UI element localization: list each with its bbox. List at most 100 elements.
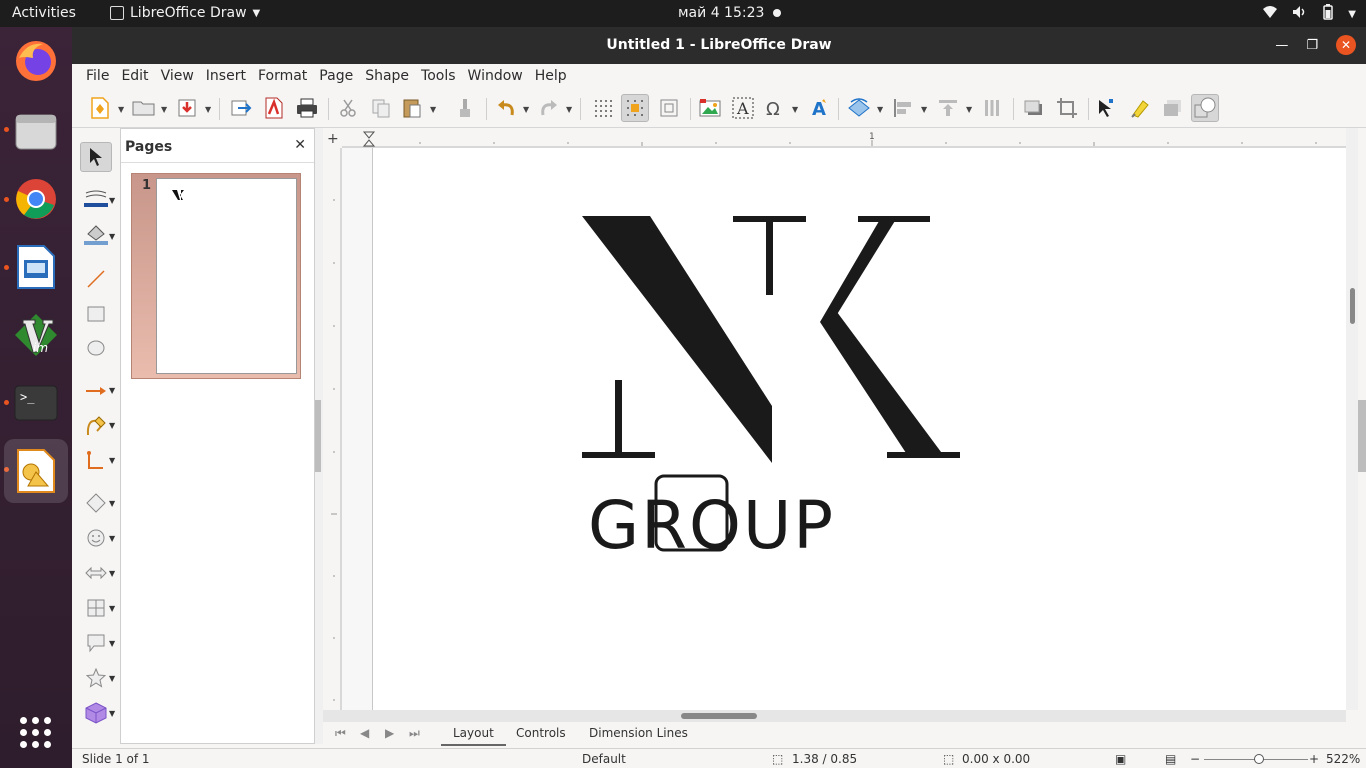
maximize-button[interactable]: ❐: [1306, 38, 1318, 53]
chevron-down-icon[interactable]: ▼: [109, 639, 115, 648]
vertical-ruler[interactable]: [323, 148, 342, 710]
fontwork-button[interactable]: A: [805, 94, 833, 122]
symbol-shapes-tool[interactable]: [80, 523, 112, 553]
redo-button[interactable]: [535, 94, 563, 122]
dock-firefox[interactable]: [12, 37, 60, 85]
signature-icon[interactable]: ▤: [1165, 752, 1176, 766]
paste-button[interactable]: [398, 94, 426, 122]
flowchart-tool[interactable]: [80, 593, 112, 623]
system-tray[interactable]: ▼: [1262, 4, 1356, 24]
special-character-button[interactable]: Ω: [761, 94, 789, 122]
chevron-down-icon[interactable]: ▼: [921, 105, 927, 114]
helplines-button[interactable]: [621, 94, 649, 122]
dock-vim[interactable]: im: [12, 311, 60, 359]
logo-drawing[interactable]: GROUP: [342, 148, 1346, 710]
chevron-down-icon[interactable]: ▼: [523, 105, 529, 114]
chevron-down-icon[interactable]: ▼: [109, 421, 115, 430]
horizontal-scrollbar[interactable]: [323, 710, 1346, 722]
menu-help[interactable]: Help: [529, 64, 573, 90]
panel-splitter[interactable]: [315, 128, 323, 744]
close-button[interactable]: ✕: [1336, 35, 1356, 55]
last-tab-icon[interactable]: ⏭: [409, 726, 420, 741]
dock-files[interactable]: [12, 107, 60, 155]
points-button[interactable]: [1092, 94, 1120, 122]
save-button[interactable]: [173, 94, 201, 122]
chevron-down-icon[interactable]: ▼: [430, 105, 436, 114]
export-pdf-button[interactable]: [260, 94, 288, 122]
menu-window[interactable]: Window: [462, 64, 529, 90]
dock-chrome[interactable]: [12, 175, 60, 223]
page-thumbnail[interactable]: [156, 178, 297, 374]
close-icon[interactable]: ✕: [294, 137, 306, 153]
glue-points-button[interactable]: [1126, 94, 1154, 122]
print-button[interactable]: [293, 94, 321, 122]
block-arrows-tool[interactable]: [80, 558, 112, 588]
insert-textbox-button[interactable]: A: [729, 94, 757, 122]
chevron-down-icon[interactable]: ▼: [966, 105, 972, 114]
chevron-down-icon[interactable]: ▼: [109, 534, 115, 543]
crop-button[interactable]: [1053, 94, 1081, 122]
show-applications-icon[interactable]: [20, 717, 52, 749]
splitter-grip[interactable]: [315, 400, 321, 472]
menu-insert[interactable]: Insert: [200, 64, 252, 90]
horizontal-scroll-thumb[interactable]: [681, 713, 757, 719]
menu-edit[interactable]: Edit: [115, 64, 154, 90]
chevron-down-icon[interactable]: ▼: [205, 105, 211, 114]
document-modified-icon[interactable]: ▣: [1115, 752, 1126, 766]
menu-shape[interactable]: Shape: [359, 64, 415, 90]
curves-tool[interactable]: [80, 411, 112, 441]
zoom-pan-button[interactable]: [655, 94, 683, 122]
tab-controls[interactable]: Controls: [516, 726, 566, 740]
zoom-level[interactable]: 522%: [1326, 752, 1360, 766]
page-thumbnail-selected[interactable]: 1: [131, 173, 301, 379]
activities-button[interactable]: Activities: [12, 5, 76, 21]
display-grid-button[interactable]: [589, 94, 617, 122]
extrusion-button[interactable]: [1159, 94, 1187, 122]
menu-view[interactable]: View: [155, 64, 200, 90]
vertical-scroll-thumb[interactable]: [1350, 288, 1355, 324]
callout-shapes-tool[interactable]: [80, 628, 112, 658]
horizontal-ruler[interactable]: 1: [342, 130, 1346, 148]
chevron-down-icon[interactable]: ▼: [118, 105, 124, 114]
previous-tab-icon[interactable]: ◀: [360, 726, 369, 740]
drawing-canvas[interactable]: GROUP: [342, 148, 1346, 710]
chevron-down-icon[interactable]: ▼: [161, 105, 167, 114]
chevron-down-icon[interactable]: ▼: [109, 232, 115, 241]
insert-image-button[interactable]: [696, 94, 724, 122]
stars-tool[interactable]: [80, 663, 112, 693]
connectors-tool[interactable]: [80, 446, 112, 476]
chevron-down-icon[interactable]: ▼: [109, 569, 115, 578]
chevron-down-icon[interactable]: ▼: [792, 105, 798, 114]
arrange-button[interactable]: [934, 94, 962, 122]
rectangle-tool[interactable]: [80, 299, 112, 329]
select-tool[interactable]: [80, 142, 112, 172]
menu-page[interactable]: Page: [313, 64, 359, 90]
menu-file[interactable]: File: [80, 64, 115, 90]
line-color-tool[interactable]: [80, 184, 112, 214]
menu-tools[interactable]: Tools: [415, 64, 462, 90]
sidebar-collapse-grip[interactable]: [1358, 400, 1366, 472]
tab-layout[interactable]: Layout: [441, 726, 506, 746]
transformations-button[interactable]: [845, 94, 873, 122]
zoom-in-icon[interactable]: +: [1309, 752, 1319, 766]
menu-format[interactable]: Format: [252, 64, 313, 90]
clone-formatting-button[interactable]: [452, 94, 480, 122]
ellipse-tool[interactable]: [80, 333, 112, 363]
app-menu[interactable]: LibreOffice Draw ▼: [110, 5, 260, 21]
undo-button[interactable]: [492, 94, 520, 122]
tab-dimension-lines[interactable]: Dimension Lines: [589, 726, 688, 740]
dock-draw[interactable]: [4, 439, 68, 503]
lines-arrows-tool[interactable]: [80, 376, 112, 406]
chevron-down-icon[interactable]: ▼: [109, 709, 115, 718]
chevron-down-icon[interactable]: ▼: [109, 456, 115, 465]
dock-terminal[interactable]: >_: [12, 379, 60, 427]
next-tab-icon[interactable]: ▶: [385, 726, 394, 740]
first-tab-icon[interactable]: ⏮: [335, 726, 346, 741]
minimize-button[interactable]: —: [1275, 38, 1288, 53]
cut-button[interactable]: [334, 94, 362, 122]
dock-impress[interactable]: [12, 243, 60, 291]
chevron-down-icon[interactable]: ▼: [109, 386, 115, 395]
zoom-out-icon[interactable]: −: [1190, 752, 1200, 766]
3d-objects-tool[interactable]: [80, 698, 112, 728]
basic-shapes-toggle[interactable]: [1191, 94, 1219, 122]
